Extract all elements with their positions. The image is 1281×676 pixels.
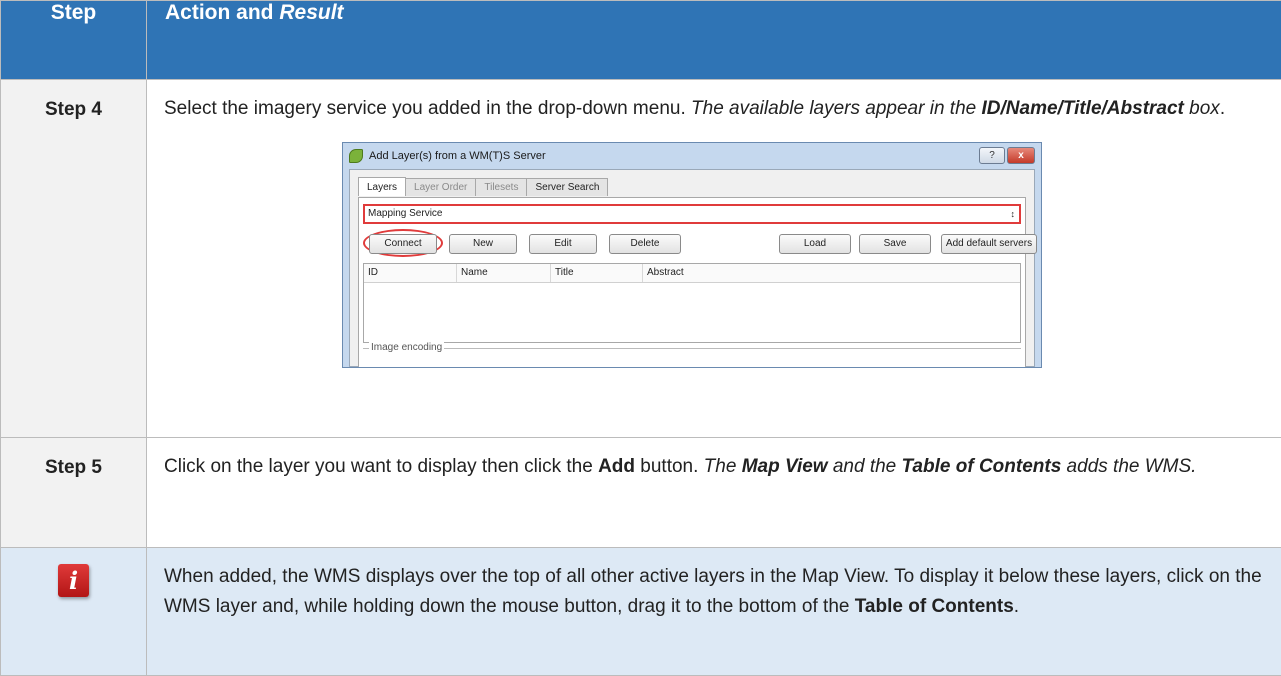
tab-layers[interactable]: Layers	[358, 177, 407, 196]
header-result-label: Result	[279, 1, 344, 24]
image-encoding-label: Image encoding	[369, 342, 445, 353]
dialog-client: Layers Layer Order Tilesets Server Searc…	[349, 169, 1037, 367]
step-5-label: Step 5	[0, 437, 147, 548]
col-title[interactable]: Title	[550, 264, 574, 282]
dialog-title: Add Layer(s) from a WM(T)S Server	[369, 150, 546, 162]
step-4-row: Step 4 Select the imagery service you ad…	[0, 79, 1281, 438]
step-4-box-name: ID/Name/Title/Abstract	[981, 98, 1184, 119]
dialog-titlebar: Add Layer(s) from a WM(T)S Server	[343, 143, 1041, 169]
combo-arrow-icon: ↕	[1010, 209, 1016, 219]
header-row: Step Action and Result	[0, 0, 1281, 80]
qgis-icon	[349, 149, 363, 163]
tab-server-search[interactable]: Server Search	[526, 178, 609, 196]
connect-button[interactable]: Connect	[369, 234, 437, 254]
step-5-button-word: button.	[635, 456, 704, 477]
image-encoding-group: Image encoding	[363, 342, 1021, 367]
dialog-tabs: Layers Layer Order Tilesets Server Searc…	[358, 177, 609, 196]
col-id[interactable]: ID	[364, 264, 378, 282]
step-4-label: Step 4	[0, 79, 147, 438]
note-body: When added, the WMS displays over the to…	[164, 566, 1262, 617]
load-button[interactable]: Load	[779, 234, 851, 254]
step-4-result-end: box	[1183, 98, 1220, 119]
note-row: i When added, the WMS displays over the …	[0, 547, 1281, 676]
step-4-result: The available layers appear in the	[691, 98, 982, 119]
step-4-period: .	[1219, 98, 1226, 119]
note-toc: Table of Contents	[854, 596, 1014, 617]
step-4-text: Select the imagery service you added in …	[146, 79, 1281, 438]
close-button[interactable]: x	[1007, 147, 1035, 164]
col-name[interactable]: Name	[456, 264, 488, 282]
step-5-result-a: The	[703, 456, 742, 477]
edit-button[interactable]: Edit	[529, 234, 597, 254]
note-icon-cell: i	[0, 547, 147, 676]
tab-tilesets[interactable]: Tilesets	[475, 178, 528, 196]
layers-list[interactable]: ID Name Title Abstract	[363, 263, 1021, 343]
step-5-text: Click on the layer you want to display t…	[146, 437, 1281, 548]
step-5-row: Step 5 Click on the layer you want to di…	[0, 437, 1281, 548]
step-4-instruction: Select the imagery service you added in …	[164, 98, 692, 119]
new-button[interactable]: New	[449, 234, 517, 254]
header-step: Step	[0, 0, 147, 80]
delete-button[interactable]: Delete	[609, 234, 681, 254]
header-step-label: Step	[50, 1, 97, 24]
step-5-result-c: adds the WMS.	[1061, 456, 1197, 477]
col-abstract[interactable]: Abstract	[642, 264, 684, 282]
wms-dialog-screenshot: Add Layer(s) from a WM(T)S Server ? x La…	[342, 142, 1042, 368]
step-5-add: Add	[598, 456, 635, 477]
step-5-toc: Table of Contents	[901, 456, 1062, 477]
step-5-instruction: Click on the layer you want to display t…	[164, 456, 599, 477]
note-text: When added, the WMS displays over the to…	[146, 547, 1281, 676]
connection-value: Mapping Service	[368, 208, 443, 219]
tab-layer-order[interactable]: Layer Order	[405, 178, 477, 196]
step-5-map-view: Map View	[741, 456, 828, 477]
header-action: Action and Result	[146, 0, 1281, 80]
connection-select[interactable]: Mapping Service ↕	[363, 204, 1021, 224]
layers-list-header: ID Name Title Abstract	[364, 264, 1020, 283]
add-default-servers-button[interactable]: Add default servers	[941, 234, 1037, 254]
header-action-label: Action and	[165, 1, 280, 24]
note-period: .	[1013, 596, 1020, 617]
help-button[interactable]: ?	[979, 147, 1005, 164]
steps-table: Step Action and Result Step 4 Select the…	[0, 0, 1281, 676]
save-button[interactable]: Save	[859, 234, 931, 254]
step-5-result-b: and the	[827, 456, 902, 477]
info-icon: i	[58, 564, 89, 597]
layers-pane: Mapping Service ↕ Connect New Edit Delet…	[358, 197, 1037, 367]
